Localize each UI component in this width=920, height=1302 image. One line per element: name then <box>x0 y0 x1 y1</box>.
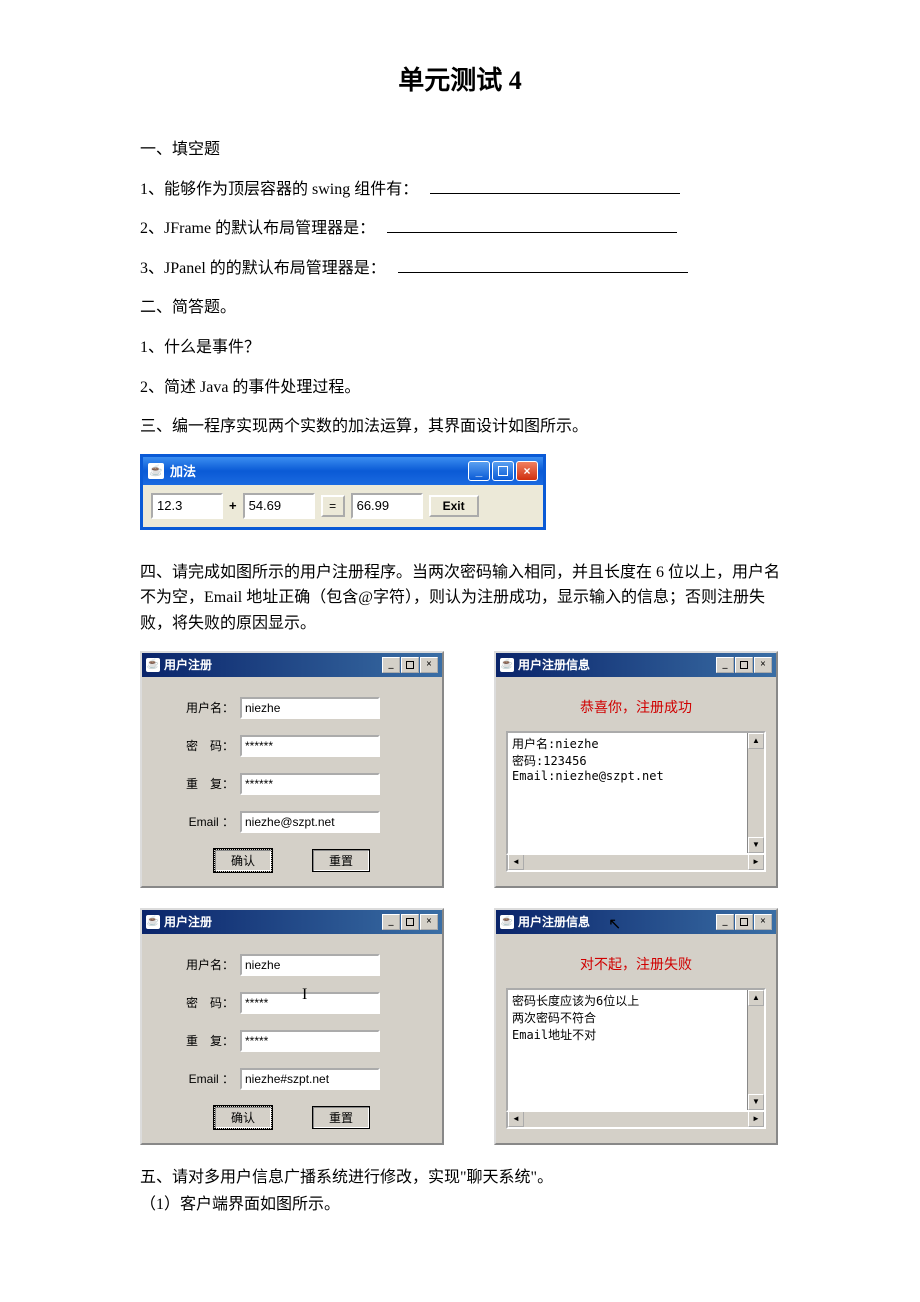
register-window-fail: ☕ 用户注册 _ × 用户名： 密 码： <box>140 908 444 1145</box>
fail-message: 对不起，注册失败 <box>506 954 766 974</box>
scroll-left-icon[interactable]: ◄ <box>508 1111 524 1127</box>
q3-blank <box>398 256 688 273</box>
exit-button[interactable]: Exit <box>429 495 479 517</box>
minimize-button[interactable]: _ <box>716 657 734 673</box>
maximize-button[interactable] <box>735 914 753 930</box>
section-2-heading: 二、简答题。 <box>140 295 780 321</box>
q2-2: 2、简述 Java 的事件处理过程。 <box>140 375 780 401</box>
section-1-heading: 一、填空题 <box>140 137 780 163</box>
scroll-up-icon[interactable]: ▲ <box>748 733 764 749</box>
password-input[interactable] <box>240 735 380 757</box>
password-label: 密 码： <box>162 994 240 1011</box>
register-title: 用户注册 <box>164 656 212 673</box>
q1-blank <box>430 177 680 194</box>
q1: 1、能够作为顶层容器的 swing 组件有： <box>140 177 780 203</box>
plus-label: + <box>229 498 237 513</box>
info-titlebar[interactable]: ☕ 用户注册信息 _ × <box>496 910 776 934</box>
q2-1: 1、什么是事件？ <box>140 335 780 361</box>
q3: 3、JPanel 的的默认布局管理器是： <box>140 256 780 282</box>
scroll-right-icon[interactable]: ► <box>748 1111 764 1127</box>
java-icon: ☕ <box>146 658 160 672</box>
info-textarea-content: 密码长度应该为6位以上 两次密码不符合 Email地址不对 <box>508 990 747 1110</box>
username-label: 用户名： <box>162 699 240 716</box>
vertical-scrollbar[interactable]: ▲ ▼ <box>747 990 764 1110</box>
close-button[interactable]: × <box>754 914 772 930</box>
info-textarea[interactable]: 用户名:niezhe 密码:123456 Email:niezhe@szpt.n… <box>506 731 766 855</box>
close-button[interactable]: × <box>420 657 438 673</box>
username-input[interactable] <box>240 697 380 719</box>
repeat-label: 重 复： <box>162 1032 240 1049</box>
maximize-button[interactable] <box>492 461 514 481</box>
scroll-down-icon[interactable]: ▼ <box>748 1094 764 1110</box>
horizontal-scrollbar[interactable]: ◄ ► <box>506 1110 766 1129</box>
page-title: 单元测试 4 <box>0 60 920 97</box>
addition-title: 加法 <box>170 461 196 480</box>
section-4-heading: 四、请完成如图所示的用户注册程序。当两次密码输入相同，并且长度在 6 位以上，用… <box>140 560 780 637</box>
scroll-up-icon[interactable]: ▲ <box>748 990 764 1006</box>
q2-text: 2、JFrame 的默认布局管理器是： <box>140 220 375 237</box>
java-icon: ☕ <box>500 915 514 929</box>
info-window-success: ☕ 用户注册信息 _ × 恭喜你，注册成功 用户名:niezhe 密码:1234… <box>494 651 778 888</box>
java-icon: ☕ <box>146 915 160 929</box>
minimize-button[interactable]: _ <box>382 914 400 930</box>
register-titlebar[interactable]: ☕ 用户注册 _ × <box>142 653 442 677</box>
addition-titlebar[interactable]: ☕ 加法 _ × <box>143 457 543 485</box>
minimize-button[interactable]: _ <box>382 657 400 673</box>
q2-blank <box>387 216 677 233</box>
info-textarea[interactable]: 密码长度应该为6位以上 两次密码不符合 Email地址不对 ▲ ▼ <box>506 988 766 1112</box>
repeat-input[interactable] <box>240 773 380 795</box>
vertical-scrollbar[interactable]: ▲ ▼ <box>747 733 764 853</box>
operand1-input[interactable] <box>151 493 223 519</box>
email-label: Email ： <box>162 1070 240 1087</box>
operand2-input[interactable] <box>243 493 315 519</box>
section-5-heading: 五、请对多用户信息广播系统进行修改，实现"聊天系统"。 <box>140 1165 780 1191</box>
password-input[interactable] <box>240 992 380 1014</box>
scroll-right-icon[interactable]: ► <box>748 854 764 870</box>
section-5-sub1: （1）客户端界面如图所示。 <box>140 1192 780 1218</box>
register-window-success: ☕ 用户注册 _ × 用户名： 密 码： <box>140 651 444 888</box>
java-icon: ☕ <box>500 658 514 672</box>
register-titlebar[interactable]: ☕ 用户注册 _ × <box>142 910 442 934</box>
reset-button[interactable]: 重置 <box>312 1106 370 1129</box>
scroll-down-icon[interactable]: ▼ <box>748 837 764 853</box>
info-title: 用户注册信息 <box>518 913 590 930</box>
email-input[interactable] <box>240 811 380 833</box>
minimize-button[interactable]: _ <box>468 461 490 481</box>
horizontal-scrollbar[interactable]: ◄ ► <box>506 853 766 872</box>
info-title: 用户注册信息 <box>518 656 590 673</box>
minimize-button[interactable]: _ <box>716 914 734 930</box>
ok-button[interactable]: 确认 <box>214 1106 272 1129</box>
scroll-left-icon[interactable]: ◄ <box>508 854 524 870</box>
java-icon: ☕ <box>148 463 164 479</box>
maximize-button[interactable] <box>401 914 419 930</box>
success-message: 恭喜你，注册成功 <box>506 697 766 717</box>
addition-window: ☕ 加法 _ × + = Exit <box>140 454 546 530</box>
ok-button[interactable]: 确认 <box>214 849 272 872</box>
repeat-input[interactable] <box>240 1030 380 1052</box>
password-label: 密 码： <box>162 737 240 754</box>
username-label: 用户名： <box>162 956 240 973</box>
section-3-heading: 三、编一程序实现两个实数的加法运算，其界面设计如图所示。 <box>140 414 780 440</box>
register-title: 用户注册 <box>164 913 212 930</box>
info-textarea-content: 用户名:niezhe 密码:123456 Email:niezhe@szpt.n… <box>508 733 747 853</box>
maximize-button[interactable] <box>735 657 753 673</box>
equals-button[interactable]: = <box>321 495 345 517</box>
repeat-label: 重 复： <box>162 775 240 792</box>
q2: 2、JFrame 的默认布局管理器是： <box>140 216 780 242</box>
info-window-fail: ☕ 用户注册信息 _ × ↖ 对不起，注册失败 密码长度应该为6位以上 两次密码… <box>494 908 778 1145</box>
reset-button[interactable]: 重置 <box>312 849 370 872</box>
q1-text: 1、能够作为顶层容器的 swing 组件有： <box>140 181 418 198</box>
close-button[interactable]: × <box>420 914 438 930</box>
email-input[interactable] <box>240 1068 380 1090</box>
username-input[interactable] <box>240 954 380 976</box>
close-button[interactable]: × <box>516 461 538 481</box>
close-button[interactable]: × <box>754 657 772 673</box>
maximize-button[interactable] <box>401 657 419 673</box>
result-input[interactable] <box>351 493 423 519</box>
q3-text: 3、JPanel 的的默认布局管理器是： <box>140 260 386 277</box>
addition-body: + = Exit <box>143 485 543 527</box>
email-label: Email ： <box>162 813 240 830</box>
info-titlebar[interactable]: ☕ 用户注册信息 _ × <box>496 653 776 677</box>
